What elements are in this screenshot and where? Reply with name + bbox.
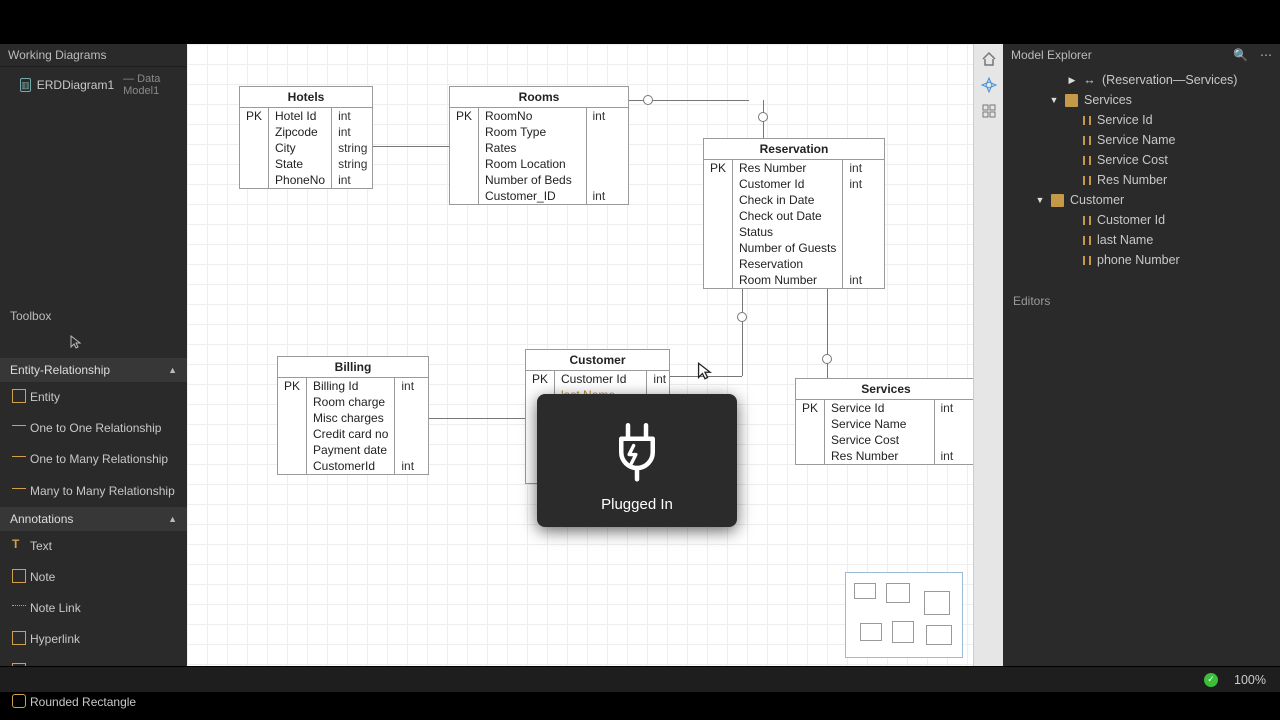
entity-rooms[interactable]: Rooms PKRoomNoint Room Type Rates Room L… bbox=[449, 86, 629, 205]
tool-entity[interactable]: Entity bbox=[0, 382, 187, 413]
entity-icon bbox=[1051, 194, 1064, 207]
relationship-line bbox=[373, 146, 449, 147]
toolbox-header: Toolbox bbox=[0, 303, 187, 329]
column-icon bbox=[1083, 156, 1091, 165]
working-diagrams-header: Working Diagrams bbox=[0, 44, 187, 67]
entity-title: Billing bbox=[278, 357, 428, 378]
left-panel: Working Diagrams ▥ ERDDiagram1 — Data Mo… bbox=[0, 44, 187, 666]
entity-title: Hotels bbox=[240, 87, 372, 108]
model-tree[interactable]: ▶↔(Reservation—Services) ▼Services Servi… bbox=[1003, 66, 1280, 274]
tree-row-last-name[interactable]: last Name bbox=[1003, 230, 1280, 250]
diagram-icon: ▥ bbox=[20, 78, 31, 92]
tree-row-res-number[interactable]: Res Number bbox=[1003, 170, 1280, 190]
tree-row-customer-id[interactable]: Customer Id bbox=[1003, 210, 1280, 230]
column-icon bbox=[1083, 216, 1091, 225]
column-icon bbox=[1083, 236, 1091, 245]
tree-row-service-name[interactable]: Service Name bbox=[1003, 130, 1280, 150]
section-annotations[interactable]: Annotations ▲ bbox=[0, 507, 187, 531]
entity-columns: PKRes Numberint Customer Idint Check in … bbox=[704, 160, 884, 288]
mouse-cursor-icon bbox=[697, 362, 713, 385]
section-entity-relationship[interactable]: Entity-Relationship ▲ bbox=[0, 358, 187, 382]
tree-row-customer[interactable]: ▼Customer bbox=[1003, 190, 1280, 210]
relationship-line bbox=[429, 418, 525, 419]
column-icon bbox=[1083, 116, 1091, 125]
tool-one-to-many[interactable]: One to Many Relationship bbox=[0, 444, 187, 475]
chevron-up-icon: ▲ bbox=[168, 514, 177, 524]
entity-columns: PKBilling Idint Room charge Misc charges… bbox=[278, 378, 428, 474]
tool-many-to-many[interactable]: Many to Many Relationship bbox=[0, 476, 187, 507]
home-icon[interactable] bbox=[980, 50, 998, 68]
entity-billing[interactable]: Billing PKBilling Idint Room charge Misc… bbox=[277, 356, 429, 475]
column-icon bbox=[1083, 176, 1091, 185]
tool-note-link[interactable]: Note Link bbox=[0, 593, 187, 624]
entity-columns: PKHotel Idint Zipcodeint Citystring Stat… bbox=[240, 108, 373, 188]
toast-plugged-in: Plugged In bbox=[537, 394, 737, 527]
model-explorer-header: Model Explorer 🔍 ⋯ bbox=[1003, 44, 1280, 66]
entity-icon bbox=[1065, 94, 1078, 107]
status-ok-icon: ✓ bbox=[1204, 673, 1218, 687]
diagram-item-erddiagram1[interactable]: ▥ ERDDiagram1 — Data Model1 bbox=[0, 67, 187, 103]
chevron-down-icon[interactable]: ▼ bbox=[1035, 195, 1045, 205]
canvas-toolbar bbox=[973, 44, 1003, 666]
relationship-endpoint-circle-icon bbox=[758, 112, 768, 122]
column-icon bbox=[1083, 136, 1091, 145]
letterbox-bottom bbox=[0, 692, 1280, 720]
model-explorer-label: Model Explorer bbox=[1011, 48, 1092, 62]
section-annotations-label: Annotations bbox=[10, 512, 73, 526]
diagram-sub: — Data Model1 bbox=[123, 73, 179, 97]
tool-hyperlink[interactable]: Hyperlink bbox=[0, 624, 187, 655]
relationship-endpoint-circle-icon bbox=[737, 312, 747, 322]
entity-title: Reservation bbox=[704, 139, 884, 160]
diagram-name: ERDDiagram1 bbox=[37, 78, 114, 92]
plug-icon bbox=[601, 414, 673, 486]
entity-hotels[interactable]: Hotels PKHotel Idint Zipcodeint Citystri… bbox=[239, 86, 373, 189]
statusbar: ✓ 100% bbox=[0, 666, 1280, 692]
entity-reservation[interactable]: Reservation PKRes Numberint Customer Idi… bbox=[703, 138, 885, 289]
tool-text[interactable]: Text bbox=[0, 531, 187, 562]
relationship-icon: ↔ bbox=[1083, 74, 1096, 87]
tree-row-service-id[interactable]: Service Id bbox=[1003, 110, 1280, 130]
canvas-wrapper: Hotels PKHotel Idint Zipcodeint Citystri… bbox=[187, 44, 1003, 666]
toolbox-pointer[interactable] bbox=[0, 329, 187, 358]
more-icon[interactable]: ⋯ bbox=[1260, 48, 1272, 62]
column-icon bbox=[1083, 256, 1091, 265]
compass-icon[interactable] bbox=[980, 76, 998, 94]
entity-columns: PKService Idint Service Name Service Cos… bbox=[796, 400, 976, 464]
right-panel: Model Explorer 🔍 ⋯ ▶↔(Reservation—Servic… bbox=[1003, 44, 1280, 666]
toast-label: Plugged In bbox=[547, 496, 727, 513]
chevron-up-icon: ▲ bbox=[168, 365, 177, 375]
tree-row-phone-number[interactable]: phone Number bbox=[1003, 250, 1280, 270]
search-icon[interactable]: 🔍 bbox=[1233, 48, 1248, 62]
relationship-endpoint-circle-icon bbox=[822, 354, 832, 364]
entity-services[interactable]: Services PKService Idint Service Name Se… bbox=[795, 378, 977, 465]
entity-title: Rooms bbox=[450, 87, 628, 108]
tool-note[interactable]: Note bbox=[0, 562, 187, 593]
erd-canvas[interactable]: Hotels PKHotel Idint Zipcodeint Citystri… bbox=[187, 44, 1003, 666]
tree-row-services[interactable]: ▼Services bbox=[1003, 90, 1280, 110]
tool-one-to-one[interactable]: One to One Relationship bbox=[0, 413, 187, 444]
relationship-line bbox=[827, 289, 828, 378]
chevron-right-icon[interactable]: ▶ bbox=[1067, 75, 1077, 86]
tree-row-relationship[interactable]: ▶↔(Reservation—Services) bbox=[1003, 70, 1280, 90]
pointer-icon bbox=[70, 335, 82, 349]
zoom-level[interactable]: 100% bbox=[1234, 673, 1266, 687]
relationship-endpoint-circle-icon bbox=[643, 95, 653, 105]
relationship-line bbox=[742, 289, 743, 376]
chevron-down-icon[interactable]: ▼ bbox=[1049, 95, 1059, 105]
grid-icon[interactable] bbox=[980, 102, 998, 120]
entity-columns: PKRoomNoint Room Type Rates Room Locatio… bbox=[450, 108, 628, 204]
entity-title: Services bbox=[796, 379, 976, 400]
minimap[interactable] bbox=[845, 572, 963, 658]
tree-row-service-cost[interactable]: Service Cost bbox=[1003, 150, 1280, 170]
letterbox-top bbox=[0, 0, 1280, 44]
section-er-label: Entity-Relationship bbox=[10, 363, 110, 377]
editors-header: Editors bbox=[1003, 288, 1280, 314]
entity-title: Customer bbox=[526, 350, 669, 371]
